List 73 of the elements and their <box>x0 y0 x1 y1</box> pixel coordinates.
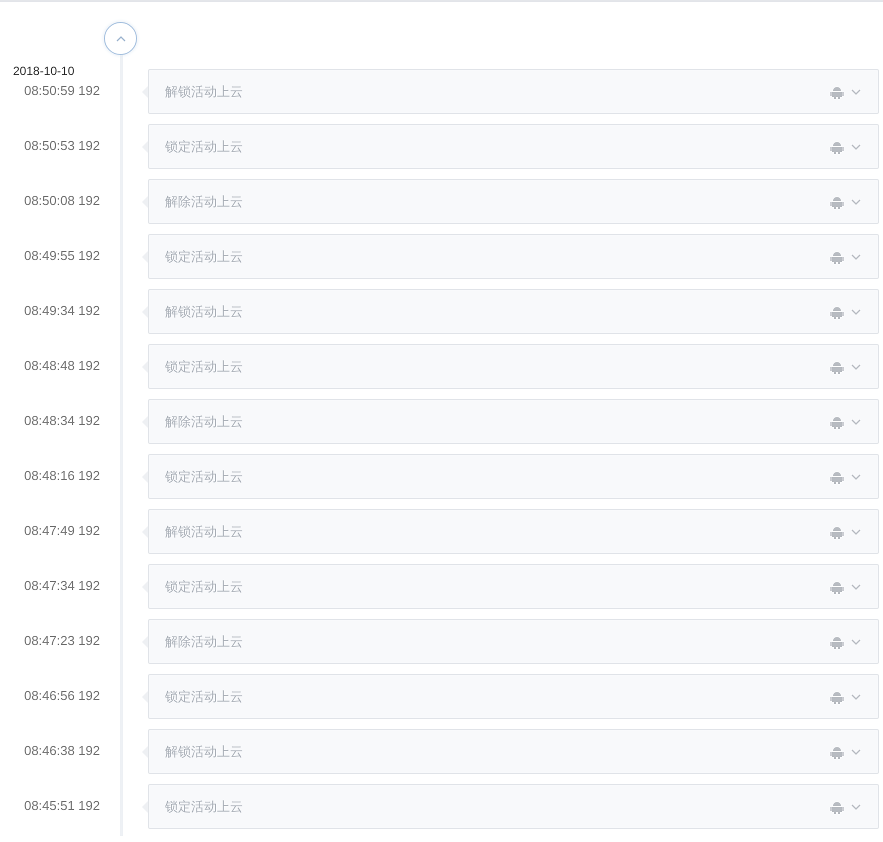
android-icon <box>830 524 844 538</box>
event-title: 锁定活动上云 <box>165 138 244 156</box>
expand-toggle[interactable] <box>850 308 862 316</box>
chevron-icon <box>850 142 862 150</box>
event-title: 解锁活动上云 <box>165 522 244 540</box>
android-icon <box>830 84 844 98</box>
expand-toggle[interactable] <box>850 198 862 206</box>
expand-toggle[interactable] <box>850 582 862 590</box>
chevron-up-icon <box>114 34 126 42</box>
android-icon <box>830 470 844 484</box>
event-title: 解锁活动上云 <box>165 82 244 100</box>
android-icon <box>830 744 844 758</box>
chevron-icon <box>850 528 862 536</box>
event-title: 锁定活动上云 <box>165 578 244 596</box>
expand-toggle[interactable] <box>850 88 862 96</box>
chevron-icon <box>850 198 862 206</box>
scroll-up-button[interactable] <box>104 22 137 55</box>
event-time: 08:48:48 192 <box>23 358 100 373</box>
event-time: 08:50:59 192 <box>23 83 100 98</box>
expand-toggle[interactable] <box>850 142 862 150</box>
expand-toggle[interactable] <box>850 472 862 480</box>
chevron-icon <box>850 472 862 480</box>
android-icon <box>830 304 844 318</box>
event-time: 08:46:56 192 <box>23 688 100 703</box>
chevron-icon <box>850 252 862 260</box>
event-title: 锁定活动上云 <box>165 688 244 706</box>
chevron-icon <box>850 748 862 756</box>
chevron-icon <box>850 638 862 646</box>
expand-toggle[interactable] <box>850 418 862 426</box>
chevron-icon <box>850 308 862 316</box>
event-time: 08:47:34 192 <box>23 578 100 593</box>
event-time: 08:49:55 192 <box>23 248 100 263</box>
event-time: 08:48:16 192 <box>23 468 100 483</box>
event-title: 解锁活动上云 <box>165 742 244 760</box>
expand-toggle[interactable] <box>850 802 862 810</box>
event-title: 解除活动上云 <box>165 632 244 650</box>
android-icon <box>830 580 844 594</box>
event-title: 锁定活动上云 <box>165 798 244 816</box>
event-title: 锁定活动上云 <box>165 248 244 266</box>
event-time: 08:48:34 192 <box>23 413 100 428</box>
android-icon <box>830 690 844 704</box>
android-icon <box>830 360 844 374</box>
expand-toggle[interactable] <box>850 638 862 646</box>
expand-toggle[interactable] <box>850 748 862 756</box>
expand-toggle[interactable] <box>850 692 862 700</box>
chevron-icon <box>850 362 862 370</box>
event-title: 解除活动上云 <box>165 192 244 210</box>
android-icon <box>830 250 844 264</box>
chevron-icon <box>850 88 862 96</box>
android-icon <box>830 194 844 208</box>
event-time: 08:45:51 192 <box>23 798 100 813</box>
event-title: 解锁活动上云 <box>165 302 244 320</box>
date-label: 2018-10-10 <box>13 64 74 78</box>
android-icon <box>830 634 844 648</box>
event-title: 解除活动上云 <box>165 412 244 430</box>
event-time: 08:46:38 192 <box>23 743 100 758</box>
event-time: 08:47:49 192 <box>23 523 100 538</box>
event-time: 08:47:23 192 <box>23 633 100 648</box>
event-title: 锁定活动上云 <box>165 358 244 376</box>
chevron-icon <box>850 802 862 810</box>
event-time: 08:49:34 192 <box>23 303 100 318</box>
chevron-icon <box>850 582 862 590</box>
android-icon <box>830 800 844 814</box>
event-time: 08:50:08 192 <box>23 193 100 208</box>
android-icon <box>830 140 844 154</box>
event-title: 锁定活动上云 <box>165 468 244 486</box>
chevron-icon <box>850 692 862 700</box>
expand-toggle[interactable] <box>850 528 862 536</box>
event-time: 08:50:53 192 <box>23 138 100 153</box>
expand-toggle[interactable] <box>850 252 862 260</box>
android-icon <box>830 414 844 428</box>
chevron-icon <box>850 418 862 426</box>
expand-toggle[interactable] <box>850 362 862 370</box>
